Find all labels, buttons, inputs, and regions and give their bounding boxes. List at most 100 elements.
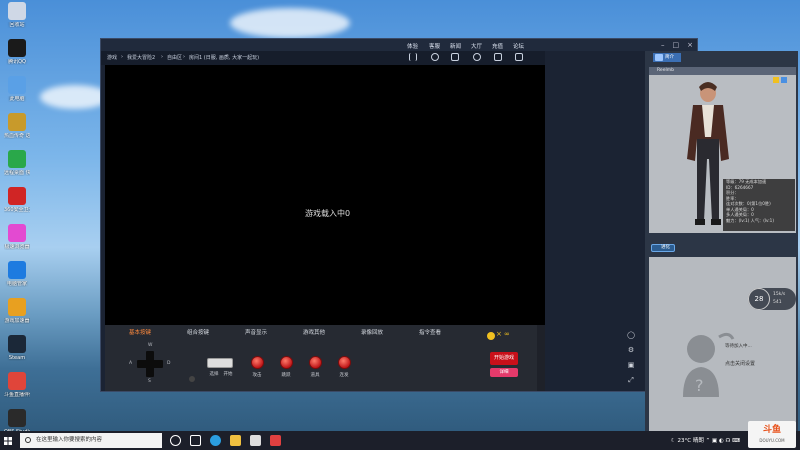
desktop-icon-label: 此电脑 xyxy=(9,96,25,102)
volume-icon[interactable] xyxy=(451,53,459,61)
search-placeholder: 在这里输入你要搜索的内容 xyxy=(36,437,103,443)
douyu-icon xyxy=(8,372,26,390)
breadcrumb-item[interactable]: 房间1 (日服, 画质, 大家一起玩) xyxy=(189,54,259,61)
task-view-icon[interactable] xyxy=(190,435,201,446)
maximize-icon[interactable]: □ xyxy=(673,41,680,49)
speed-widget[interactable]: 28 15k/s 541 xyxy=(748,288,796,310)
fullscreen-icon[interactable]: ⤢ xyxy=(625,374,637,386)
desktop-icon[interactable]: 回收站 xyxy=(4,2,30,28)
minimize-icon[interactable]: – xyxy=(661,41,665,49)
rapid-button[interactable] xyxy=(338,356,351,369)
desktop-icon[interactable]: 360安全卫士 快捷方式 xyxy=(4,187,30,213)
game-client-window: 体验 客服 新闻 大厅 充值 论坛 – □ × 游戏 › 我爱大冒险2 › 自由… xyxy=(100,38,798,433)
system-tray[interactable]: ☾ 23°C 晴朗 ⌃ ▣ ◐ ☊ ⌨ xyxy=(671,436,740,444)
cortana-icon[interactable] xyxy=(170,435,181,446)
tab-basic-keys[interactable]: 基本按键 xyxy=(129,328,151,336)
steam-icon xyxy=(8,335,26,353)
dpad-down-label: S xyxy=(148,379,151,384)
tab-profile-label: 简介 xyxy=(665,55,674,60)
badge-icon xyxy=(781,77,787,83)
select-button[interactable] xyxy=(207,358,233,368)
record-icon[interactable] xyxy=(473,53,481,61)
tab-commands[interactable]: 指令查看 xyxy=(419,328,441,336)
breadcrumb-separator: › xyxy=(183,54,185,60)
tray-weather-text: 23°C 晴朗 xyxy=(677,438,704,444)
desktop-icon[interactable]: 斗鱼直播伴侣 xyxy=(4,372,30,398)
logo-subtext: DOUYU.COM xyxy=(759,438,785,443)
cloud xyxy=(230,8,350,38)
breadcrumb-item[interactable]: 我爱大冒险2 xyxy=(127,54,155,61)
file-explorer-icon[interactable] xyxy=(230,435,241,446)
store-icon[interactable] xyxy=(250,435,261,446)
start-game-button[interactable]: 开始游戏 xyxy=(490,352,518,365)
tab-replay[interactable]: 录像回放 xyxy=(361,328,383,336)
desktop-icon[interactable]: 腾讯QQ xyxy=(4,39,30,65)
infinity-icon: ∞ xyxy=(504,330,510,338)
item-button[interactable] xyxy=(309,356,322,369)
desktop-icon[interactable]: 热血传奇 这一世 快捷方式 xyxy=(4,113,30,139)
menu-item[interactable]: 客服 xyxy=(429,42,440,50)
tab-profile[interactable]: 简介 xyxy=(653,53,681,62)
start-label: 开始 xyxy=(223,372,233,377)
heart-add-icon[interactable] xyxy=(431,53,439,61)
collapse-handle[interactable] xyxy=(537,325,545,391)
desktop-icon[interactable]: 此电脑 xyxy=(4,76,30,102)
right-panel: 简介 Reelmb 等级：79 无成本加速 ID：6264667 积分： 胜率：… xyxy=(645,51,798,433)
stat-line: 魅力：(lv:1) 人气：(lv:1) xyxy=(726,217,774,223)
breadcrumb-separator: › xyxy=(161,54,163,60)
qq-penguin-icon xyxy=(8,39,26,57)
badge-icon xyxy=(773,77,779,83)
breadcrumb-item[interactable]: 游戏 xyxy=(107,54,117,61)
desktop-icon[interactable]: 电脑管家 xyxy=(4,261,30,287)
desktop-icon[interactable]: 游戏加速器 xyxy=(4,298,30,324)
close-setting-link[interactable]: 点击关闭设置 xyxy=(725,360,755,367)
desktop-icon[interactable]: Steam xyxy=(4,335,30,361)
menu-item[interactable]: 大厅 xyxy=(471,42,482,50)
attack-label: 攻击 xyxy=(252,373,262,378)
copy-icon[interactable] xyxy=(515,53,523,61)
title-bar: 体验 客服 新闻 大厅 充值 论坛 – □ × xyxy=(101,39,697,51)
menu-item[interactable]: 新闻 xyxy=(450,42,461,50)
douyu-watermark: 斗鱼 DOUYU.COM xyxy=(748,421,796,448)
game-screen[interactable]: 游戏载入中0 xyxy=(105,65,545,325)
settings-icon[interactable]: ⚙ xyxy=(625,344,637,356)
detail-button[interactable]: 详细 xyxy=(490,368,518,377)
camera-icon[interactable] xyxy=(494,53,502,61)
menu-item[interactable]: 论坛 xyxy=(513,42,524,50)
pc-manager-icon xyxy=(8,261,26,279)
widget-line: 541 xyxy=(773,300,782,305)
circle-icon[interactable] xyxy=(189,376,195,382)
dpad[interactable] xyxy=(137,351,163,377)
controller-panel: 基本按键 组合按键 声音显示 游戏其他 录像回放 指令查看 W A D S 选择… xyxy=(105,325,537,391)
edge-icon[interactable] xyxy=(210,435,221,446)
dpad-left-label: A xyxy=(129,361,133,366)
character-card: Reelmb 等级：79 无成本加速 ID：6264667 积分： 胜率： 连对… xyxy=(649,67,796,233)
tab-sound-display[interactable]: 声音显示 xyxy=(245,328,267,336)
game-app-icon[interactable] xyxy=(270,435,281,446)
loading-text: 游戏载入中0 xyxy=(305,209,351,218)
antenna-icon[interactable] xyxy=(409,53,417,61)
taskbar-search[interactable]: 在这里输入你要搜索的内容 xyxy=(20,433,162,448)
attack-button[interactable] xyxy=(251,356,264,369)
booster-icon xyxy=(8,298,26,316)
screenshot-icon[interactable]: ▣ xyxy=(625,359,637,371)
waiting-text: 等待加入中... xyxy=(725,344,752,349)
breadcrumb-item[interactable]: 自由区 xyxy=(167,54,182,61)
desktop-icon[interactable]: 远程桌面 快捷方式 xyxy=(4,150,30,176)
desktop-icon-label: 电脑管家 xyxy=(6,281,27,287)
character-stats: 等级：79 无成本加速 ID：6264667 积分： 胜率： 连对次数：0(第1… xyxy=(723,179,795,231)
close-icon[interactable]: × xyxy=(687,41,693,49)
svg-text:?: ? xyxy=(695,376,704,395)
tab-combo-keys[interactable]: 组合按键 xyxy=(187,328,209,336)
jump-button[interactable] xyxy=(280,356,293,369)
desktop-icon-label: 腾讯QQ xyxy=(8,59,26,65)
menu-item[interactable]: 充值 xyxy=(492,42,503,50)
tab-game-other[interactable]: 游戏其他 xyxy=(303,328,325,336)
menu-item[interactable]: 体验 xyxy=(407,42,418,50)
desktop-icon-label: 远程桌面 快捷方式 xyxy=(4,170,30,176)
close-icon[interactable]: × xyxy=(496,330,502,338)
desktop-icon[interactable]: 极速浏览器 xyxy=(4,224,30,250)
item-label: 道具 xyxy=(310,373,320,378)
windows-start-icon[interactable] xyxy=(4,437,12,445)
chat-icon[interactable]: ◯ xyxy=(625,329,637,341)
